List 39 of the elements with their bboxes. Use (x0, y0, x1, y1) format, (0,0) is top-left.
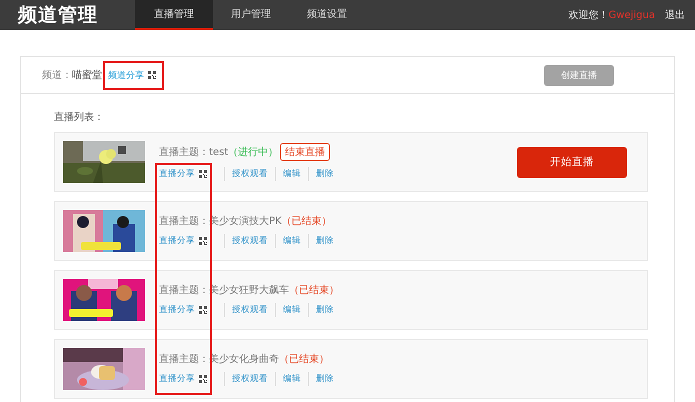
qr-code-icon[interactable] (199, 306, 207, 314)
live-share-link[interactable]: 直播分享 (159, 372, 195, 386)
qr-code-icon[interactable] (199, 237, 207, 245)
live-status: （已结束） (279, 352, 329, 366)
logout-link[interactable]: 退出 (665, 8, 685, 22)
action-link[interactable]: 编辑 (275, 167, 308, 181)
create-live-button[interactable]: 创建直播 (544, 64, 614, 86)
action-link[interactable]: 授权观看 (224, 167, 275, 181)
live-status: （进行中） (228, 146, 278, 159)
action-link[interactable]: 编辑 (275, 303, 308, 317)
live-share-link[interactable]: 直播分享 (159, 303, 195, 317)
list-title: 直播列表： (54, 110, 105, 124)
qr-code-icon[interactable] (199, 170, 207, 178)
channel-share-link[interactable]: 频道分享 (108, 68, 144, 82)
action-link[interactable]: 授权观看 (224, 372, 275, 386)
action-link[interactable]: 删除 (308, 372, 341, 386)
action-link[interactable]: 编辑 (275, 372, 308, 386)
action-link[interactable]: 删除 (308, 303, 341, 317)
nav-tab[interactable]: 直播管理 (135, 0, 213, 30)
qr-code-icon[interactable] (148, 71, 156, 79)
channel-label: 频道： (42, 68, 72, 82)
end-live-button[interactable]: 结束直播 (280, 143, 330, 161)
logo: 频道管理 (16, 3, 99, 28)
action-link[interactable]: 删除 (308, 234, 341, 248)
action-link[interactable]: 授权观看 (224, 234, 275, 248)
live-title: 直播主题：test (159, 146, 228, 159)
nav-tab[interactable]: 用户管理 (213, 0, 289, 30)
action-link[interactable]: 授权观看 (224, 303, 275, 317)
live-share-link[interactable]: 直播分享 (159, 167, 195, 181)
channel-name: 喵蜜堂 (72, 68, 102, 82)
start-live-button[interactable]: 开始直播 (517, 146, 627, 178)
welcome-text: 欢迎您！Gwejigua (568, 8, 655, 22)
action-link[interactable]: 编辑 (275, 234, 308, 248)
live-share-link[interactable]: 直播分享 (159, 234, 195, 248)
live-status: （已结束） (289, 284, 339, 297)
qr-code-icon[interactable] (199, 375, 207, 383)
live-status: （已结束） (282, 214, 332, 228)
nav-tab[interactable]: 频道设置 (289, 0, 365, 30)
action-link[interactable]: 删除 (308, 167, 341, 181)
